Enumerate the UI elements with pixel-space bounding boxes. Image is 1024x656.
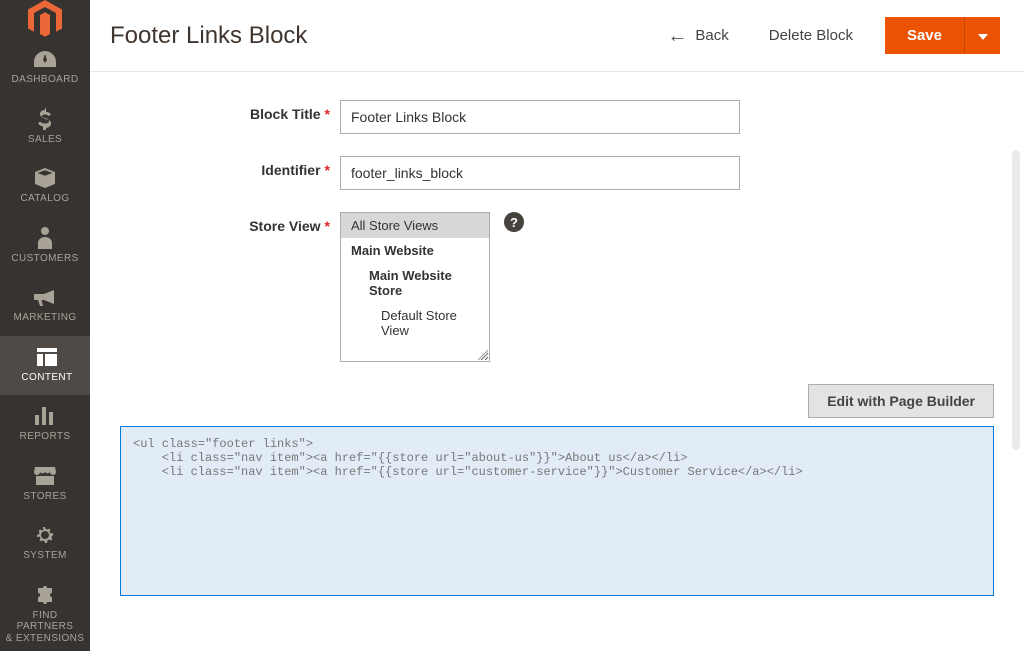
block-title-input[interactable]: [340, 100, 740, 134]
sidebar-item-marketing[interactable]: MARKETING: [0, 276, 90, 336]
nav-label: CATALOG: [20, 193, 69, 205]
nav-label: REPORTS: [20, 431, 71, 443]
megaphone-icon: [34, 286, 56, 308]
delete-label: Delete Block: [769, 27, 853, 44]
gauge-icon: [34, 48, 56, 70]
edit-page-builder-button[interactable]: Edit with Page Builder: [808, 384, 994, 418]
magento-logo[interactable]: [0, 0, 90, 38]
store-view-select[interactable]: All Store Views Main Website Main Websit…: [340, 212, 490, 362]
sidebar-item-reports[interactable]: REPORTS: [0, 395, 90, 455]
sidebar-item-sales[interactable]: SALES: [0, 98, 90, 158]
resize-handle-icon[interactable]: [478, 350, 488, 360]
store-icon: [34, 465, 56, 487]
field-identifier: Identifier*: [120, 156, 994, 190]
store-option[interactable]: Main Website Store: [341, 263, 489, 303]
store-option[interactable]: All Store Views: [341, 213, 489, 238]
nav-label: MARKETING: [13, 312, 76, 324]
admin-sidebar: DASHBOARD SALES CATALOG CUSTOMERS MARKET: [0, 0, 90, 651]
delete-block-button[interactable]: Delete Block: [765, 21, 857, 50]
store-view-label: Store View*: [120, 212, 340, 234]
arrow-left-icon: ←: [667, 26, 687, 46]
sidebar-item-content[interactable]: CONTENT: [0, 336, 90, 396]
nav-label: SALES: [28, 134, 62, 146]
bars-icon: [35, 405, 55, 427]
sidebar-item-stores[interactable]: STORES: [0, 455, 90, 515]
gear-icon: [35, 524, 55, 546]
dollar-icon: [38, 108, 52, 130]
sidebar-item-partners[interactable]: FIND PARTNERS & EXTENSIONS: [0, 574, 90, 656]
nav-label: CUSTOMERS: [11, 253, 78, 265]
nav-label: STORES: [23, 491, 66, 503]
editor-toolbar: Edit with Page Builder: [120, 384, 994, 418]
store-option[interactable]: Main Website: [341, 238, 489, 263]
puzzle-icon: [35, 584, 55, 606]
package-icon: [35, 167, 55, 189]
identifier-input[interactable]: [340, 156, 740, 190]
identifier-label: Identifier*: [120, 156, 340, 178]
store-option[interactable]: Default Store View: [341, 303, 489, 343]
nav-label: FIND PARTNERS & EXTENSIONS: [4, 610, 86, 645]
sidebar-item-system[interactable]: SYSTEM: [0, 514, 90, 574]
nav-label: SYSTEM: [23, 550, 67, 562]
field-store-view: Store View* All Store Views Main Website…: [120, 212, 994, 362]
help-icon[interactable]: ?: [504, 212, 524, 232]
sidebar-item-catalog[interactable]: CATALOG: [0, 157, 90, 217]
form-content: Block Title* Identifier* Store View* All…: [90, 72, 1024, 651]
back-button[interactable]: ← Back: [663, 20, 732, 52]
content-html-editor[interactable]: <ul class="footer links"> <li class="nav…: [120, 426, 994, 596]
back-label: Back: [695, 27, 728, 44]
save-button-group: Save: [885, 17, 1000, 54]
page-header: Footer Links Block ← Back Delete Block S…: [90, 0, 1024, 72]
nav-label: DASHBOARD: [12, 74, 79, 86]
person-icon: [38, 227, 52, 249]
sidebar-item-dashboard[interactable]: DASHBOARD: [0, 38, 90, 98]
nav-label: CONTENT: [21, 372, 72, 384]
page-title: Footer Links Block: [106, 22, 307, 50]
save-button[interactable]: Save: [885, 17, 964, 54]
save-dropdown-button[interactable]: [964, 17, 1000, 54]
scrollbar[interactable]: [1012, 150, 1020, 450]
caret-down-icon: [978, 28, 988, 43]
field-block-title: Block Title*: [120, 100, 994, 134]
sidebar-item-customers[interactable]: CUSTOMERS: [0, 217, 90, 277]
layout-icon: [37, 346, 57, 368]
block-title-label: Block Title*: [120, 100, 340, 122]
